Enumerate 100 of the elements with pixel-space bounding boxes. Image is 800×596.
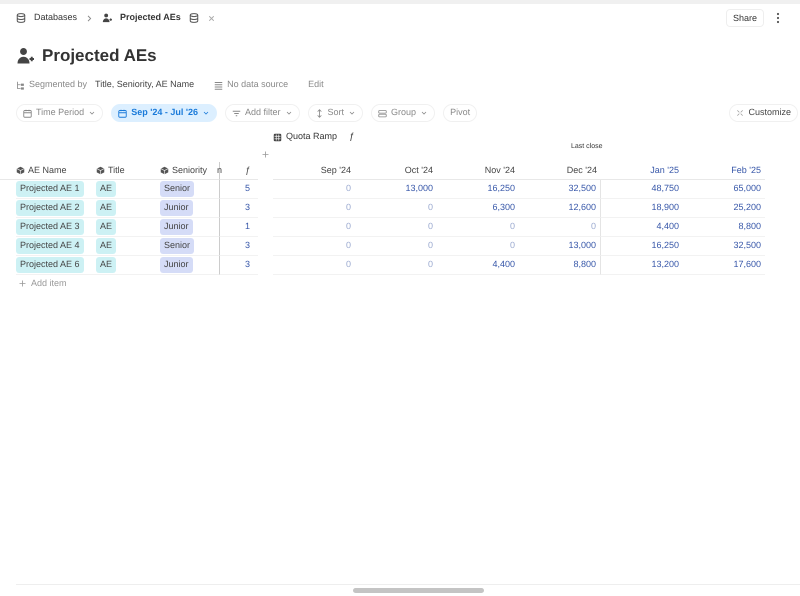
table-cell-text: 48,750 — [651, 182, 679, 196]
edit-link[interactable]: Edit — [308, 78, 324, 92]
table-cell-text: 13,200 — [651, 258, 679, 272]
table-cell-text: 3 — [244, 239, 250, 252]
table-cell-text: 0 — [346, 239, 351, 252]
formula-symbol: ƒ — [349, 130, 354, 144]
toolbar-button[interactable]: Add filter — [225, 104, 300, 122]
column-header: Seniority — [172, 164, 208, 177]
table-cell-text: 32,500 — [733, 239, 761, 252]
table-cell-text: 0 — [346, 258, 351, 272]
chevron-down-icon — [348, 109, 356, 117]
toolbar-button[interactable]: Group — [371, 104, 436, 122]
plus-icon — [18, 279, 27, 288]
table-cell-text: 6,300 — [492, 201, 515, 214]
table-cell-text: 18,900 — [651, 201, 679, 214]
tag-chip[interactable]: Junior — [160, 219, 193, 235]
table-cell-text: 13,000 — [568, 239, 596, 252]
tag-chip[interactable]: Senior — [160, 181, 194, 197]
calendar-icon — [118, 108, 128, 118]
person-add-icon — [102, 13, 112, 23]
tag-chip[interactable]: Senior — [160, 238, 194, 254]
toolbar-button[interactable]: Pivot — [443, 104, 478, 122]
table-cell-text: 25,200 — [733, 201, 761, 214]
formula-symbol: ƒ — [244, 164, 250, 177]
name-chip[interactable]: AE — [96, 257, 116, 273]
name-chip[interactable]: Projected AE 6 — [16, 257, 84, 273]
person-add-icon — [16, 47, 34, 65]
table-cell-text: 0 — [346, 220, 351, 234]
table-cell-text: 8,800 — [738, 220, 761, 234]
name-chip[interactable]: AE — [96, 200, 116, 216]
table-cell-text: 8,800 — [573, 258, 596, 272]
plus-icon[interactable] — [261, 150, 270, 158]
toolbar-button[interactable]: Sep '24 - Jul '26 — [111, 104, 217, 122]
name-chip[interactable]: AE — [96, 219, 116, 235]
table-cell-text: 4,400 — [492, 258, 515, 272]
toolbar-button[interactable]: Time Period — [16, 104, 104, 122]
table-cell-text: 12,600 — [568, 201, 596, 214]
page-title: Projected AEs — [42, 46, 157, 66]
cube-icon — [160, 166, 169, 175]
hierarchy-icon — [16, 80, 25, 90]
table-cell-text: 65,000 — [733, 182, 761, 196]
chevron-down-icon — [420, 109, 428, 117]
calendar-icon — [23, 108, 32, 118]
metric-title: Quota Ramp — [286, 130, 338, 144]
column-header: Nov '24 — [484, 164, 515, 177]
table-cell-text: 3 — [244, 258, 250, 272]
name-chip[interactable]: Projected AE 4 — [16, 238, 84, 254]
database-icon[interactable] — [188, 13, 199, 23]
column-header: Feb '25 — [731, 164, 761, 177]
name-chip[interactable]: AE — [96, 238, 116, 254]
segmented-value[interactable]: Title, Seniority, AE Name — [95, 78, 194, 92]
table-cell-text: 16,250 — [651, 239, 679, 252]
table-cell-text: 13,000 — [405, 182, 433, 196]
table-cell-text: 0 — [590, 220, 596, 234]
column-header: AE Name — [28, 164, 67, 177]
close-icon[interactable] — [206, 14, 216, 22]
breadcrumb-link[interactable]: Projected AEs — [120, 11, 181, 25]
table-cell-text: 32,500 — [568, 182, 596, 196]
name-chip[interactable]: Projected AE 1 — [16, 181, 84, 197]
table-cell-text: 0 — [346, 201, 351, 214]
column-header: Sep '24 — [320, 164, 351, 177]
column-header: Jan '25 — [650, 164, 679, 177]
name-chip[interactable]: Projected AE 3 — [16, 219, 84, 235]
scrollbar-thumb[interactable] — [353, 588, 484, 593]
list-icon — [214, 80, 224, 90]
table-cell-text: 0 — [510, 220, 515, 234]
tag-chip[interactable]: Junior — [160, 257, 193, 273]
cube-icon — [16, 166, 25, 175]
column-header: Title — [108, 164, 125, 177]
table-cell-text: 0 — [428, 220, 433, 234]
table-cell-text: 1 — [244, 220, 250, 234]
share-button[interactable]: Share — [726, 8, 764, 28]
breadcrumb-link[interactable]: Databases — [34, 11, 78, 25]
tag-chip[interactable]: Junior — [160, 200, 193, 216]
table-cell-text: 0 — [428, 201, 433, 214]
segmented-label: Segmented by — [29, 78, 88, 92]
group-icon — [378, 108, 388, 118]
cube-icon — [96, 166, 105, 175]
collapse-icon — [736, 109, 744, 117]
table-cell-text: 4,400 — [656, 220, 679, 234]
chevron-down-icon — [202, 109, 210, 117]
database-icon — [16, 13, 26, 23]
table-cell-text: 3 — [244, 201, 250, 214]
customize-button[interactable]: Customize — [729, 104, 798, 122]
chevron-down-icon — [88, 109, 96, 117]
name-chip[interactable]: AE — [96, 181, 116, 197]
column-header: Dec '24 — [566, 164, 597, 177]
table-cell-text: 0 — [510, 239, 515, 252]
table-cell-text: 0 — [428, 239, 433, 252]
table-cell-text: 0 — [428, 258, 433, 272]
table-cell-text: 0 — [346, 182, 351, 196]
table-cell-text: 17,600 — [733, 258, 761, 272]
table-cell-text: 16,250 — [487, 182, 515, 196]
chevron-down-icon — [284, 109, 293, 117]
column-header: n — [217, 164, 222, 177]
column-header: Oct '24 — [404, 164, 433, 177]
toolbar-button[interactable]: Sort — [308, 104, 364, 122]
name-chip[interactable]: Projected AE 2 — [16, 200, 84, 216]
grid-icon — [273, 132, 282, 142]
filter-icon — [232, 108, 241, 118]
